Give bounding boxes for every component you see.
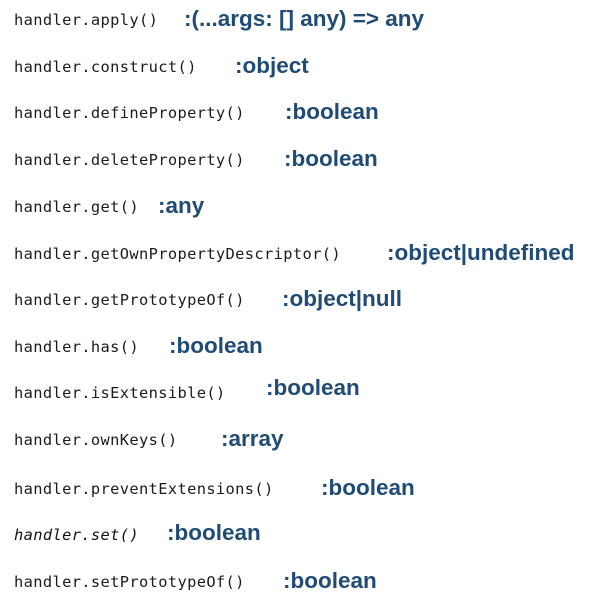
return-type: :boolean: [285, 99, 379, 124]
return-type: :(...args: [] any) => any: [184, 6, 425, 31]
return-type: :object: [235, 53, 309, 78]
return-type: :any: [158, 193, 205, 218]
method-name: handler.defineProperty(): [14, 104, 245, 122]
method-name: handler.setPrototypeOf(): [14, 573, 245, 591]
return-type: :object|undefined: [387, 240, 575, 265]
return-type: :boolean: [266, 375, 360, 400]
return-type: :array: [221, 426, 284, 451]
method-name: handler.isExtensible(): [14, 384, 226, 402]
method-name: handler.getOwnPropertyDescriptor(): [14, 245, 341, 263]
return-type: :boolean: [167, 520, 261, 545]
method-name: handler.has(): [14, 338, 140, 356]
method-name: handler.deleteProperty(): [14, 151, 245, 169]
return-type: :boolean: [284, 146, 378, 171]
method-name: handler.preventExtensions(): [14, 480, 274, 498]
method-name: handler.get(): [14, 198, 140, 216]
return-type: :object|null: [282, 286, 403, 311]
method-name: handler.apply(): [14, 11, 159, 29]
method-name: handler.set(): [14, 526, 140, 544]
return-type: :boolean: [169, 333, 263, 358]
return-type: :boolean: [283, 568, 377, 593]
method-name: handler.construct(): [14, 58, 197, 76]
method-name: handler.ownKeys(): [14, 431, 178, 449]
return-type: :boolean: [321, 475, 415, 500]
method-name: handler.getPrototypeOf(): [14, 291, 245, 309]
